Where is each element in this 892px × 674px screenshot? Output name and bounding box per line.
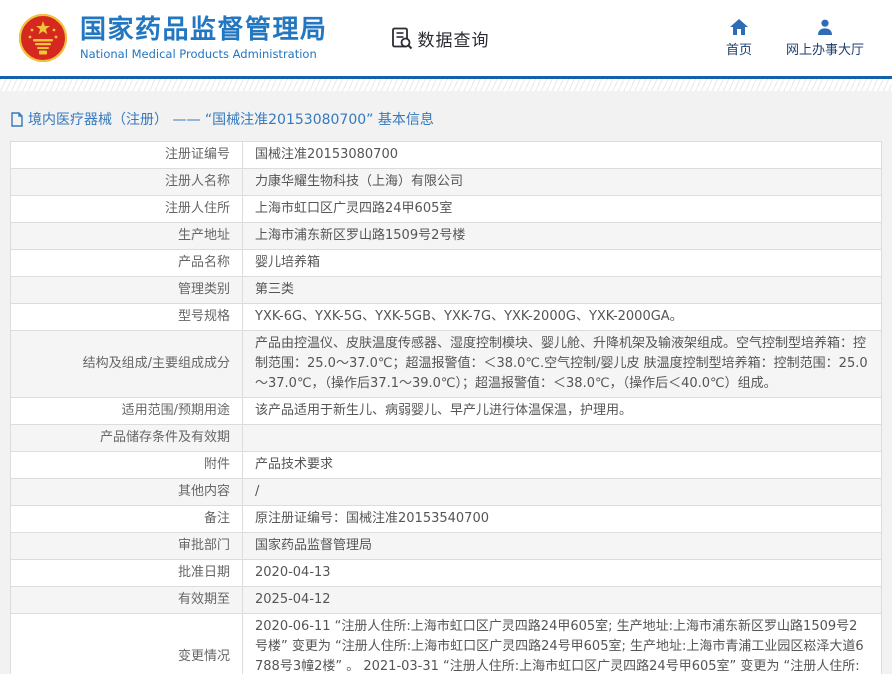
row-label: 变更情况	[11, 614, 243, 674]
row-label: 注册人住所	[11, 196, 243, 223]
table-row: 注册人名称力康华耀生物科技（上海）有限公司	[11, 169, 882, 196]
table-row: 型号规格YXK-6G、YXK-5G、YXK-5GB、YXK-7G、YXK-200…	[11, 304, 882, 331]
nav-online-hall[interactable]: 网上办事大厅	[786, 19, 864, 58]
table-row: 结构及组成/主要组成成分产品由控温仪、皮肤温度传感器、湿度控制模块、婴儿舱、升降…	[11, 331, 882, 398]
row-label: 注册证编号	[11, 142, 243, 169]
row-value: 2025-04-12	[243, 587, 882, 614]
table-row: 变更情况2020-06-11 “注册人住所:上海市虹口区广灵四路24甲605室;…	[11, 614, 882, 674]
row-value: 上海市浦东新区罗山路1509号2号楼	[243, 223, 882, 250]
user-icon	[817, 19, 833, 35]
row-value: 婴儿培养箱	[243, 250, 882, 277]
row-value: 原注册证编号：国械注准20153540700	[243, 506, 882, 533]
row-value: 产品技术要求	[243, 452, 882, 479]
header-nav: 首页 网上办事大厅	[726, 19, 864, 58]
row-value: YXK-6G、YXK-5G、YXK-5GB、YXK-7G、YXK-2000G、Y…	[243, 304, 882, 331]
row-value: 2020-06-11 “注册人住所:上海市虹口区广灵四路24甲605室; 生产地…	[243, 614, 882, 674]
row-value: /	[243, 479, 882, 506]
main-content: 境内医疗器械（注册） —— “国械注准20153080700” 基本信息 注册证…	[0, 91, 892, 674]
table-row: 适用范围/预期用途该产品适用于新生儿、病弱婴儿、早产儿进行体温保温，护理用。	[11, 398, 882, 425]
table-row: 注册人住所上海市虹口区广灵四路24甲605室	[11, 196, 882, 223]
national-emblem-logo	[18, 13, 68, 63]
row-label: 适用范围/预期用途	[11, 398, 243, 425]
row-label: 注册人名称	[11, 169, 243, 196]
brand: 国家药品监督管理局 National Medical Products Admi…	[18, 13, 328, 63]
table-row: 产品储存条件及有效期	[11, 425, 882, 452]
data-query-icon	[390, 26, 414, 50]
site-title: 国家药品监督管理局	[80, 15, 328, 45]
row-label: 产品储存条件及有效期	[11, 425, 243, 452]
row-label: 产品名称	[11, 250, 243, 277]
table-row: 注册证编号国械注准20153080700	[11, 142, 882, 169]
breadcrumb: 境内医疗器械（注册） —— “国械注准20153080700” 基本信息	[10, 101, 882, 141]
data-query-section: 数据查询	[390, 26, 490, 51]
table-row: 附件产品技术要求	[11, 452, 882, 479]
row-label: 附件	[11, 452, 243, 479]
row-value: 第三类	[243, 277, 882, 304]
document-icon	[10, 112, 24, 127]
row-label: 结构及组成/主要组成成分	[11, 331, 243, 398]
table-row: 生产地址上海市浦东新区罗山路1509号2号楼	[11, 223, 882, 250]
table-row: 有效期至2025-04-12	[11, 587, 882, 614]
nav-online-hall-label: 网上办事大厅	[786, 39, 864, 58]
table-row: 批准日期2020-04-13	[11, 560, 882, 587]
hatched-strip	[0, 79, 892, 91]
row-label: 生产地址	[11, 223, 243, 250]
home-icon	[730, 19, 748, 35]
table-row: 产品名称婴儿培养箱	[11, 250, 882, 277]
row-value: 产品由控温仪、皮肤温度传感器、湿度控制模块、婴儿舱、升降机架及输液架组成。空气控…	[243, 331, 882, 398]
row-label: 有效期至	[11, 587, 243, 614]
row-value	[243, 425, 882, 452]
data-query-label: 数据查询	[418, 26, 490, 51]
row-value: 该产品适用于新生儿、病弱婴儿、早产儿进行体温保温，护理用。	[243, 398, 882, 425]
row-value: 国械注准20153080700	[243, 142, 882, 169]
nav-home-label: 首页	[726, 39, 752, 58]
nav-home[interactable]: 首页	[726, 19, 752, 58]
breadcrumb-text: 境内医疗器械（注册） —— “国械注准20153080700” 基本信息	[28, 109, 434, 129]
row-value: 力康华耀生物科技（上海）有限公司	[243, 169, 882, 196]
site-header: 国家药品监督管理局 National Medical Products Admi…	[0, 0, 892, 76]
row-label: 管理类别	[11, 277, 243, 304]
row-label: 备注	[11, 506, 243, 533]
row-value: 2020-04-13	[243, 560, 882, 587]
table-row: 备注原注册证编号：国械注准20153540700	[11, 506, 882, 533]
row-label: 其他内容	[11, 479, 243, 506]
row-label: 批准日期	[11, 560, 243, 587]
table-row: 其他内容/	[11, 479, 882, 506]
table-row: 审批部门国家药品监督管理局	[11, 533, 882, 560]
row-value: 上海市虹口区广灵四路24甲605室	[243, 196, 882, 223]
table-row: 管理类别第三类	[11, 277, 882, 304]
site-subtitle: National Medical Products Administration	[80, 47, 328, 61]
row-label: 型号规格	[11, 304, 243, 331]
registration-info-table: 注册证编号国械注准20153080700注册人名称力康华耀生物科技（上海）有限公…	[10, 141, 882, 674]
row-label: 审批部门	[11, 533, 243, 560]
row-value: 国家药品监督管理局	[243, 533, 882, 560]
registration-table-body: 注册证编号国械注准20153080700注册人名称力康华耀生物科技（上海）有限公…	[11, 142, 882, 674]
